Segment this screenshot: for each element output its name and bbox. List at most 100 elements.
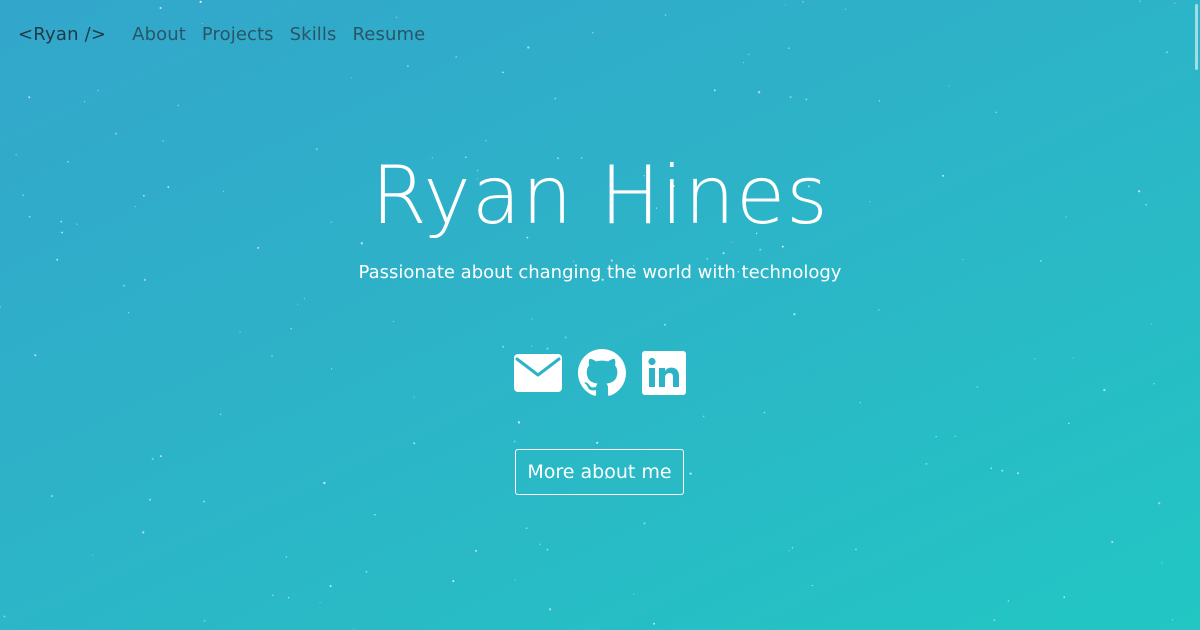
star-dot: [290, 327, 293, 330]
linkedin-icon: [642, 351, 686, 395]
star-dot: [742, 62, 745, 64]
star-dot: [554, 97, 557, 100]
star-dot: [151, 457, 154, 460]
star-dot: [1017, 472, 1019, 475]
star-dot: [257, 246, 260, 249]
star-dot: [374, 513, 376, 516]
github-link[interactable]: [578, 349, 626, 397]
star-dot: [539, 543, 541, 546]
star-dot: [514, 579, 517, 581]
star-dot: [748, 53, 750, 56]
star-dot: [303, 298, 305, 300]
star-dot: [1158, 502, 1161, 505]
star-dot: [1068, 422, 1070, 425]
star-dot: [1001, 469, 1004, 472]
star-dot: [392, 320, 394, 323]
scrollbar[interactable]: [1195, 4, 1198, 70]
star-dot: [148, 498, 152, 501]
star-dot: [653, 622, 656, 625]
star-dot: [592, 32, 594, 34]
star-dot: [664, 14, 667, 16]
star-dot: [1165, 51, 1169, 54]
star-dot: [3, 615, 6, 618]
star-dot: [1063, 596, 1065, 598]
star-dot: [643, 522, 646, 525]
star-dot: [92, 554, 94, 556]
email-link[interactable]: [514, 354, 562, 392]
star-dot: [287, 597, 290, 599]
star-dot: [319, 602, 321, 604]
star-dot: [203, 620, 206, 622]
star-dot: [527, 46, 530, 49]
envelope-icon: [514, 354, 562, 392]
star-dot: [297, 303, 299, 305]
star-dot: [413, 442, 416, 445]
star-dot: [203, 500, 206, 503]
star-dot: [531, 318, 533, 320]
star-dot: [805, 98, 808, 101]
star-dot: [50, 494, 53, 498]
star-dot: [1171, 619, 1174, 621]
nav-link-about[interactable]: About: [132, 24, 186, 45]
nav-link-skills[interactable]: Skills: [290, 24, 337, 45]
star-dot: [759, 248, 762, 251]
star-dot: [28, 96, 31, 99]
star-dot: [531, 345, 533, 347]
star-dot: [948, 85, 950, 87]
star-dot: [1161, 562, 1163, 564]
star-dot: [935, 435, 937, 438]
star-dot: [546, 548, 549, 551]
star-dot: [351, 77, 353, 79]
star-dot: [452, 580, 455, 583]
star-dot: [878, 309, 880, 311]
star-dot: [501, 71, 504, 74]
star-dot: [855, 548, 857, 551]
linkedin-link[interactable]: [642, 351, 686, 395]
star-dot: [239, 331, 241, 334]
star-dot: [0, 306, 2, 308]
star-dot: [323, 481, 326, 485]
star-dot: [878, 100, 880, 102]
social-links: [0, 349, 1200, 397]
star-dot: [789, 96, 792, 99]
star-dot: [513, 440, 516, 443]
starfield-background: [0, 0, 1176, 630]
star-dot: [127, 311, 130, 314]
brand-logo[interactable]: <Ryan />: [18, 24, 106, 45]
star-dot: [788, 549, 790, 552]
star-dot: [485, 139, 487, 142]
star-dot: [1150, 323, 1152, 325]
nav-link-projects[interactable]: Projects: [202, 24, 274, 45]
star-dot: [162, 140, 165, 142]
star-dot: [352, 628, 354, 630]
star-dot: [525, 527, 528, 530]
star-dot: [689, 472, 692, 475]
star-dot: [329, 585, 332, 588]
star-dot: [859, 402, 861, 404]
star-dot: [713, 89, 716, 92]
star-dot: [177, 104, 179, 107]
star-dot: [802, 1, 804, 3]
star-dot: [811, 584, 813, 587]
more-about-me-button[interactable]: More about me: [515, 449, 684, 495]
star-dot: [763, 411, 766, 414]
star-dot: [502, 345, 505, 348]
star-dot: [1007, 600, 1010, 602]
star-dot: [1139, 0, 1141, 2]
star-dot: [791, 547, 794, 549]
star-dot: [1174, 2, 1176, 4]
star-dot: [142, 531, 145, 534]
star-dot: [596, 441, 599, 444]
star-dot: [925, 462, 928, 465]
star-dot: [954, 435, 956, 437]
star-dot: [272, 594, 274, 597]
star-dot: [84, 101, 86, 103]
star-dot: [285, 556, 288, 558]
star-dot: [722, 252, 725, 255]
star-dot: [97, 90, 99, 92]
star-dot: [990, 467, 993, 470]
nav-link-resume[interactable]: Resume: [353, 24, 426, 45]
star-dot: [844, 8, 846, 10]
star-dot: [784, 4, 786, 6]
star-dot: [663, 323, 667, 326]
